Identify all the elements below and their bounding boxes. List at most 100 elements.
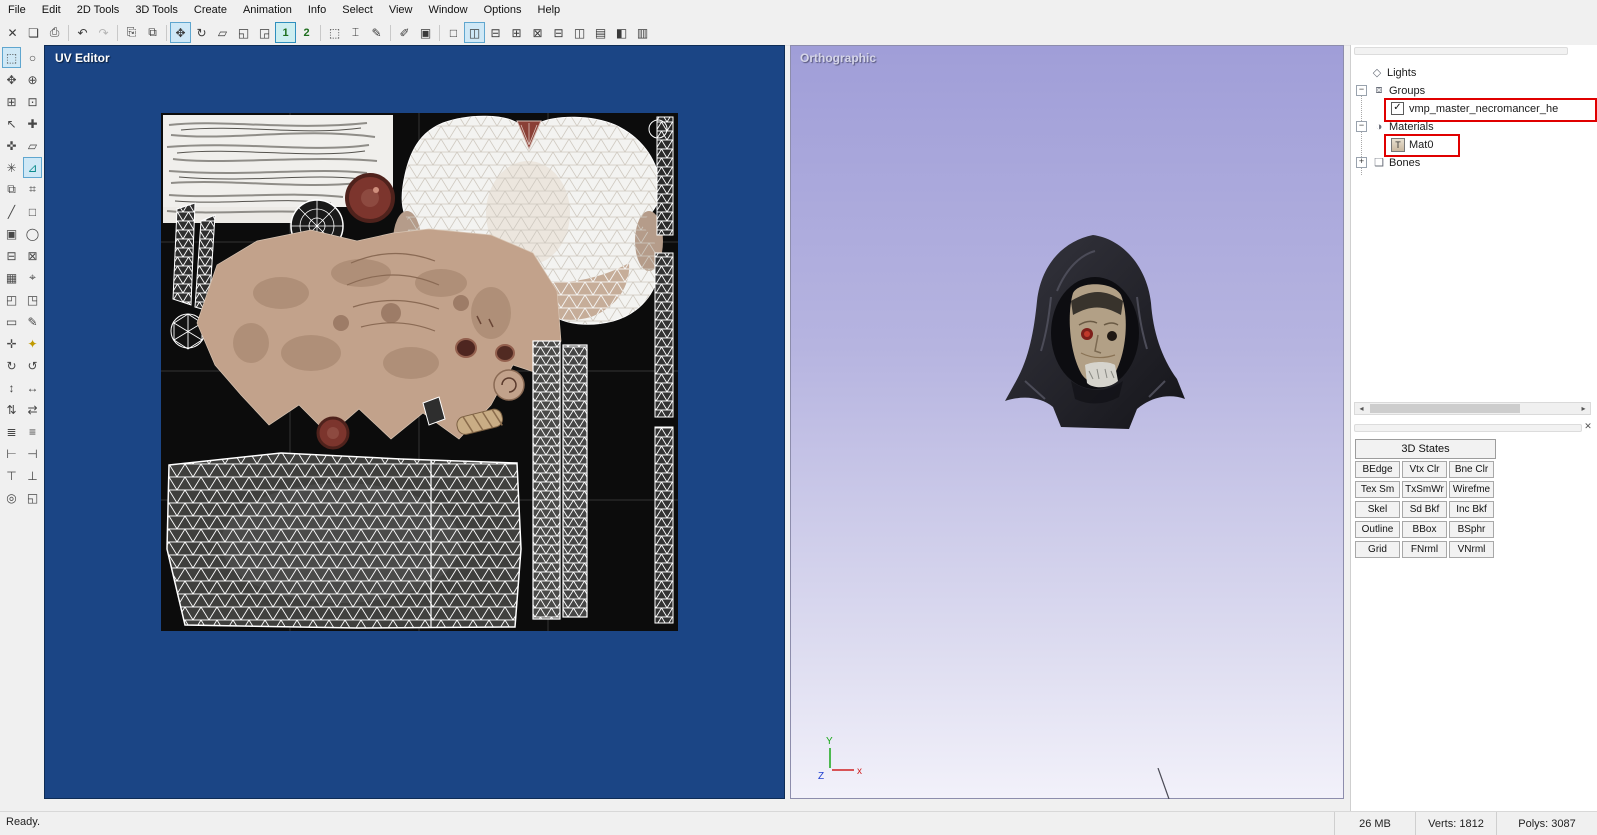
snap-tool[interactable]: ✳ xyxy=(2,157,21,178)
layout-grid-button[interactable]: ▥ xyxy=(632,22,653,43)
menu-window[interactable]: Window xyxy=(420,1,475,19)
uv-editor-panel[interactable]: UV Editor xyxy=(44,45,785,799)
layout-two-vertical-button[interactable]: ◫ xyxy=(464,22,485,43)
layout-single-button[interactable]: □ xyxy=(443,22,464,43)
distribute-v-tool[interactable]: ≡ xyxy=(23,421,42,442)
select-rect-mode-button[interactable]: ⬚ xyxy=(324,22,345,43)
state-bsphr-button[interactable]: BSphr xyxy=(1449,521,1494,538)
ellipse-tool[interactable]: ◯ xyxy=(23,223,42,244)
pack-tool[interactable]: ⊟ xyxy=(2,245,21,266)
layout-two-horizontal-button[interactable]: ⊟ xyxy=(485,22,506,43)
page-2-button[interactable]: 2 xyxy=(296,22,317,43)
menu-help[interactable]: Help xyxy=(530,1,569,19)
pick-tool[interactable]: ↖ xyxy=(2,113,21,134)
align-bottom-tool[interactable]: ⊥ xyxy=(23,465,42,486)
skew-tool[interactable]: ▱ xyxy=(23,135,42,156)
state-outline-button[interactable]: Outline xyxy=(1355,521,1400,538)
eyedropper-button[interactable]: ✐ xyxy=(394,22,415,43)
layout-quad-button[interactable]: ⊠ xyxy=(527,22,548,43)
swap-tool[interactable]: ⇄ xyxy=(23,399,42,420)
save-button[interactable]: ⎙ xyxy=(44,22,65,43)
tree-item-group-mesh[interactable]: ✓ vmp_master_necromancer_he xyxy=(1353,100,1558,117)
scroll-right-arrow-icon[interactable]: ▸ xyxy=(1577,403,1590,414)
scroll-left-arrow-icon[interactable]: ◂ xyxy=(1355,403,1368,414)
layout-columns-button[interactable]: ◫ xyxy=(569,22,590,43)
state-texsm-button[interactable]: Tex Sm xyxy=(1355,481,1400,498)
state-txsmwr-button[interactable]: TxSmWr xyxy=(1402,481,1447,498)
menu-select[interactable]: Select xyxy=(334,1,381,19)
move-tool-button[interactable]: ✥ xyxy=(170,22,191,43)
state-incbkf-button[interactable]: Inc Bkf xyxy=(1449,501,1494,518)
fill-tool[interactable]: ▦ xyxy=(2,267,21,288)
sort-tool[interactable]: ⇅ xyxy=(2,399,21,420)
tree-item-materials[interactable]: − ◑ Materials xyxy=(1353,118,1434,135)
tree-item-bones[interactable]: + ❑ Bones xyxy=(1353,154,1420,171)
magic-select-tool[interactable]: ⊡ xyxy=(23,91,42,112)
menu-file[interactable]: File xyxy=(0,1,34,19)
center-tool[interactable]: ◎ xyxy=(2,487,21,508)
split-h-tool[interactable]: ◰ xyxy=(2,289,21,310)
copy-button[interactable]: ⎘ xyxy=(121,22,142,43)
pencil-tool[interactable]: ✎ xyxy=(23,311,42,332)
state-vtxclr-button[interactable]: Vtx Clr xyxy=(1402,461,1447,478)
state-fnrml-button[interactable]: FNrml xyxy=(1402,541,1447,558)
grid-tool[interactable]: ⌗ xyxy=(23,179,42,200)
tree-item-mat0[interactable]: T Mat0 xyxy=(1353,136,1433,153)
menu-info[interactable]: Info xyxy=(300,1,334,19)
measure-tool[interactable]: ⊿ xyxy=(23,157,42,178)
zoom-region-tool[interactable]: ⊞ xyxy=(2,91,21,112)
paste-button[interactable]: ⧉ xyxy=(142,22,163,43)
menu-2d-tools[interactable]: 2D Tools xyxy=(69,1,128,19)
scrollbar-thumb[interactable] xyxy=(1370,404,1520,413)
state-wirefme-button[interactable]: Wirefme xyxy=(1449,481,1494,498)
split-v-tool[interactable]: ◳ xyxy=(23,289,42,310)
state-sdbkf-button[interactable]: Sd Bkf xyxy=(1402,501,1447,518)
box-map-tool[interactable]: ⊠ xyxy=(23,245,42,266)
panel-close-icon[interactable]: ✕ xyxy=(1582,420,1594,432)
rotate-cw-tool[interactable]: ↻ xyxy=(2,355,21,376)
uv-texture-image[interactable] xyxy=(161,113,678,631)
align-right-tool[interactable]: ⊣ xyxy=(23,443,42,464)
delete-button[interactable]: ✕ xyxy=(2,22,23,43)
open-button[interactable]: ❏ xyxy=(23,22,44,43)
state-bneclr-button[interactable]: Bne Clr xyxy=(1449,461,1494,478)
menu-3d-tools[interactable]: 3D Tools xyxy=(127,1,186,19)
menu-options[interactable]: Options xyxy=(476,1,530,19)
layout-left-pane-button[interactable]: ◧ xyxy=(611,22,632,43)
groups-expander-icon[interactable]: − xyxy=(1356,85,1367,96)
stack-tool[interactable]: ▣ xyxy=(2,223,21,244)
lock-toggle-button[interactable]: ▣ xyxy=(415,22,436,43)
pan-tool[interactable]: ✥ xyxy=(2,69,21,90)
scrollbar-track[interactable] xyxy=(1368,403,1577,414)
eraser-tool[interactable]: ▭ xyxy=(2,311,21,332)
state-bedge-button[interactable]: BEdge xyxy=(1355,461,1400,478)
line-tool[interactable]: ╱ xyxy=(2,201,21,222)
align-left-tool[interactable]: ⊢ xyxy=(2,443,21,464)
select-pen-mode-button[interactable]: ✎ xyxy=(366,22,387,43)
align-top-tool[interactable]: ⊤ xyxy=(2,465,21,486)
state-skel-button[interactable]: Skel xyxy=(1355,501,1400,518)
model-3d-head[interactable] xyxy=(1001,231,1191,461)
menu-animation[interactable]: Animation xyxy=(235,1,300,19)
target-tool[interactable]: ⌖ xyxy=(23,267,42,288)
transform-box-button[interactable]: ◱ xyxy=(233,22,254,43)
state-vnrml-button[interactable]: VNrml xyxy=(1449,541,1494,558)
state-bbox-button[interactable]: BBox xyxy=(1402,521,1447,538)
distribute-h-tool[interactable]: ≣ xyxy=(2,421,21,442)
layout-rows-button[interactable]: ▤ xyxy=(590,22,611,43)
zoom-tool[interactable]: ⊕ xyxy=(23,69,42,90)
fit-tool[interactable]: ◱ xyxy=(23,487,42,508)
rectangle-tool[interactable]: □ xyxy=(23,201,42,222)
pushpin-tool[interactable]: ✦ xyxy=(23,333,42,354)
redo-button[interactable]: ↷ xyxy=(93,22,114,43)
page-1-button[interactable]: 1 xyxy=(275,22,296,43)
materials-expander-icon[interactable]: − xyxy=(1356,121,1367,132)
stretch-v-tool[interactable]: ↕ xyxy=(2,377,21,398)
bones-expander-icon[interactable]: + xyxy=(1356,157,1367,168)
weld-tool[interactable]: ✚ xyxy=(23,113,42,134)
sidebar-lower-splitter[interactable] xyxy=(1354,424,1582,432)
orthographic-viewport[interactable]: Orthographic Y Z x xyxy=(790,45,1344,799)
tree-item-lights[interactable]: ◇ Lights xyxy=(1353,64,1417,81)
state-grid-button[interactable]: Grid xyxy=(1355,541,1400,558)
duplicate-tool[interactable]: ⧉ xyxy=(2,179,21,200)
